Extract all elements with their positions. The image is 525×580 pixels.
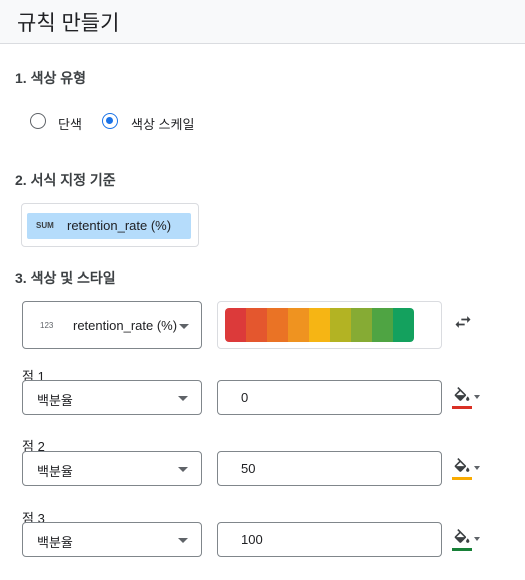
section-title-color-style: 3. 색상 및 스타일 [15,270,116,286]
chevron-down-icon [179,324,189,329]
point-1-type-value: 백분율 [37,393,73,408]
format-color-fill-icon [454,387,470,401]
point-3-fill-color-button[interactable] [450,522,486,556]
format-basis-field-box: SUM retention_rate (%) [21,203,199,247]
point-2-fill-color-button[interactable] [450,451,486,485]
point-3-type-value: 백분율 [37,535,73,550]
format-color-fill-icon [454,529,470,543]
point-1-color-swatch [452,406,472,409]
color-scale-segment-4 [288,308,309,342]
dialog-header: 규칙 만들기 [0,0,525,44]
section-title-color-type: 1. 색상 유형 [15,70,86,86]
scale-field-select-value: retention_rate (%) [73,318,178,333]
color-scale-segment-6 [330,308,351,342]
radio-single-color[interactable] [30,113,46,129]
point-2-type-value: 백분율 [37,464,73,479]
point-1-value: 0 [241,390,249,405]
chevron-down-icon [178,538,188,543]
dialog-title: 규칙 만들기 [17,12,120,35]
chevron-down-icon [178,396,188,401]
point-1-value-input[interactable]: 0 [217,380,442,415]
arrow-drop-down-icon [474,466,480,470]
metric-chip-label: retention_rate (%) [67,218,172,233]
arrow-drop-down-icon [474,537,480,541]
section-title-format-basis: 2. 서식 지정 기준 [15,172,116,188]
point-3-value: 100 [241,532,263,547]
color-scale-segment-5 [309,308,330,342]
point-3-value-input[interactable]: 100 [217,522,442,557]
chevron-down-icon [178,467,188,472]
aggregation-label: SUM [36,221,54,230]
arrow-drop-down-icon [474,395,480,399]
point-2-color-swatch [452,477,472,480]
metric-chip[interactable]: SUM retention_rate (%) [27,213,191,239]
radio-color-scale-label: 색상 스케일 [131,117,195,132]
point-2-value: 50 [241,461,256,476]
point-2-value-input[interactable]: 50 [217,451,442,486]
color-scale-segment-2 [246,308,267,342]
number-type-icon: 123 [40,321,54,330]
swap-horiz-icon[interactable] [453,312,473,332]
point-1-fill-color-button[interactable] [450,380,486,414]
format-color-fill-icon [454,458,470,472]
color-scale-segment-3 [267,308,288,342]
radio-single-color-label: 단색 [58,117,82,132]
color-scale-segment-1 [225,308,246,342]
color-scale-bar [225,308,414,342]
radio-color-scale[interactable] [102,113,118,129]
point-3-color-swatch [452,548,472,551]
scale-field-select[interactable]: 123 retention_rate (%) [22,301,202,349]
point-2-type-select[interactable]: 백분율 [22,451,202,486]
point-1-type-select[interactable]: 백분율 [22,380,202,415]
color-scale-picker[interactable] [217,301,442,349]
color-scale-segment-9 [393,308,414,342]
color-scale-segment-7 [351,308,372,342]
point-3-type-select[interactable]: 백분율 [22,522,202,557]
color-scale-segment-8 [372,308,393,342]
